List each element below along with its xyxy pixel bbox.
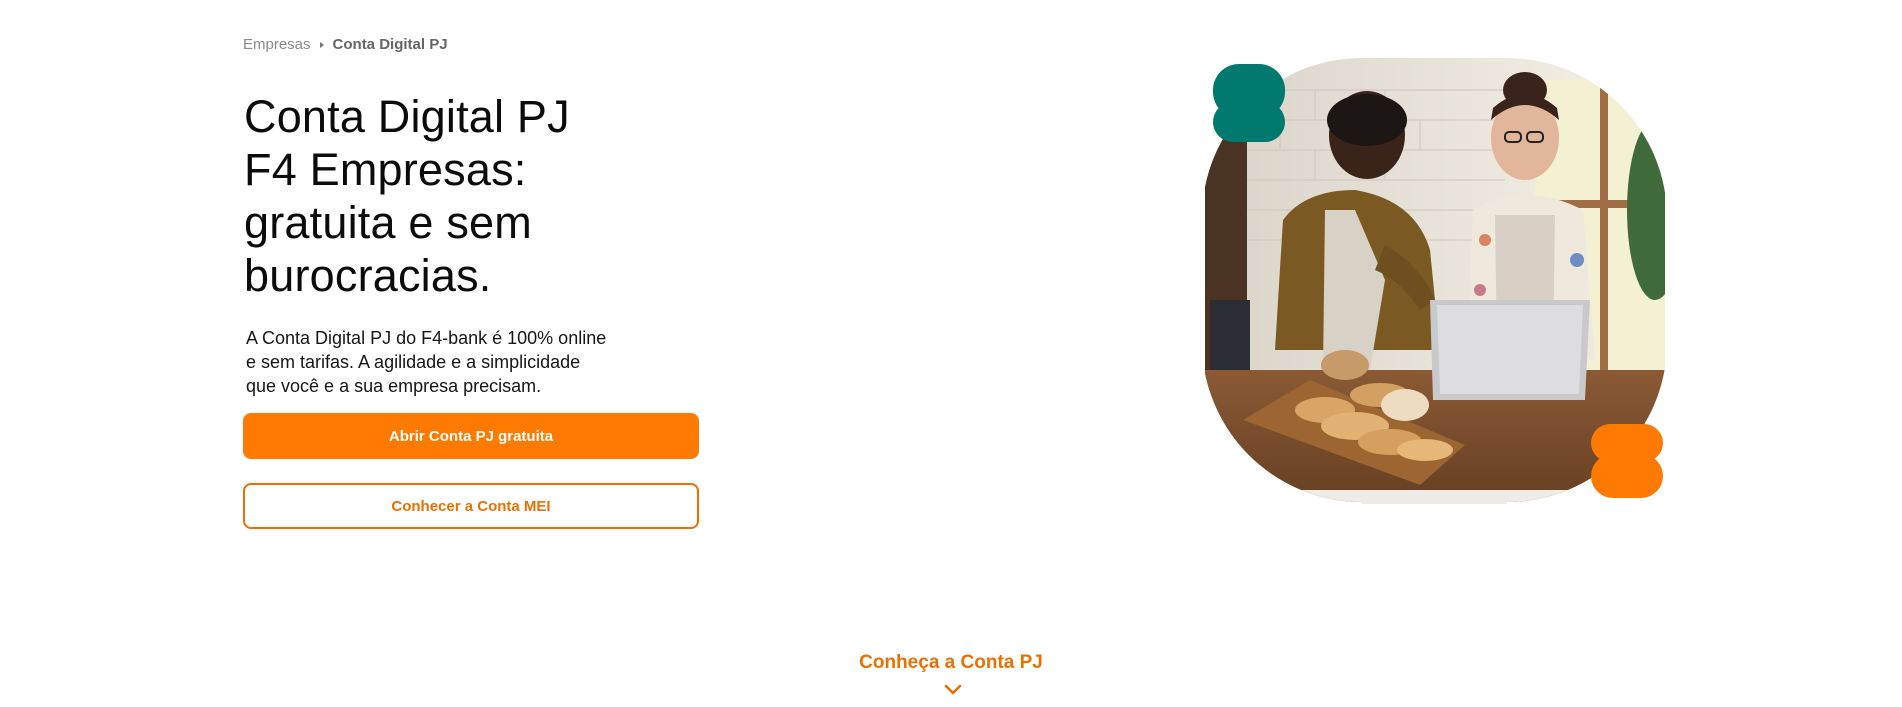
orange-accent-shape — [1591, 424, 1663, 498]
scroll-to-account-link[interactable]: Conheça a Conta PJ — [0, 652, 1902, 674]
description-line: e sem tarifas. A agilidade e a simplicid… — [246, 352, 581, 372]
breadcrumb: Empresas Conta Digital PJ — [243, 36, 448, 53]
breadcrumb-separator-icon — [319, 41, 324, 48]
title-line: burocracias. — [244, 250, 492, 301]
breadcrumb-link-empresas[interactable]: Empresas — [243, 36, 311, 53]
breadcrumb-current: Conta Digital PJ — [332, 36, 448, 53]
chevron-down-icon[interactable] — [944, 684, 962, 696]
description-line: que você e a sua empresa precisam. — [246, 376, 542, 396]
mei-account-button[interactable]: Conhecer a Conta MEI — [243, 483, 699, 529]
page: Empresas Conta Digital PJ Conta Digital … — [0, 0, 1902, 707]
title-line: F4 Empresas: — [244, 144, 527, 195]
title-line: Conta Digital PJ — [244, 91, 570, 142]
hero-description: A Conta Digital PJ do F4-bank é 100% onl… — [246, 326, 616, 398]
hero-image — [1205, 58, 1665, 504]
page-title: Conta Digital PJ F4 Empresas: gratuita e… — [244, 90, 664, 302]
teal-accent-shape — [1213, 64, 1285, 142]
title-line: gratuita e sem — [244, 197, 532, 248]
description-line: A Conta Digital PJ do F4-bank é 100% onl… — [246, 328, 607, 348]
open-account-button[interactable]: Abrir Conta PJ gratuita — [243, 413, 699, 459]
